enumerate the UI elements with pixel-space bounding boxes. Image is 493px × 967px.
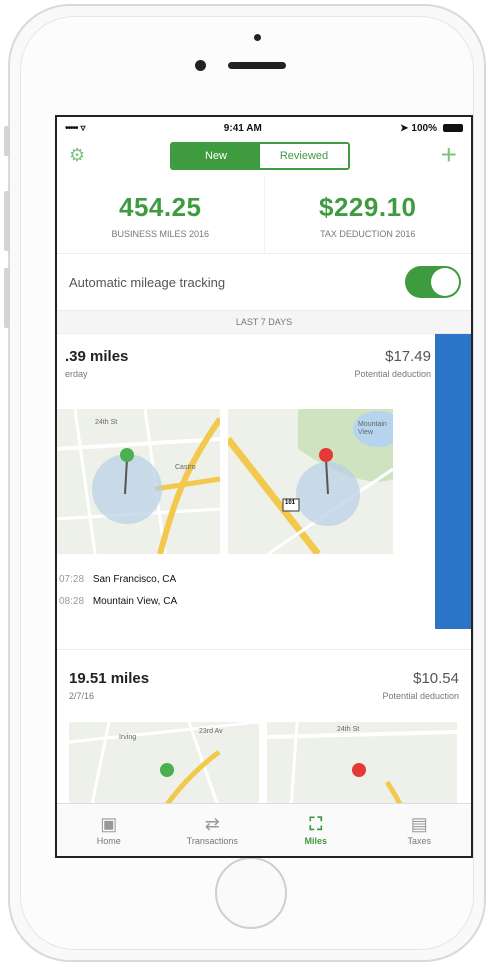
tab-label: Transactions [186, 836, 238, 846]
map-label-area: Castro [175, 464, 196, 471]
start-place: San Francisco, CA [92, 574, 177, 585]
tab-miles[interactable]: ⛶ Miles [264, 804, 368, 856]
trip-deduction-label: Potential deduction [382, 691, 459, 701]
business-miles-value: 454.25 [118, 191, 202, 222]
trip-header: .39 miles erday $17.49 Potential deducti… [57, 348, 443, 379]
trip-miles: 19.51 miles [69, 670, 150, 687]
trip-end-stop: 08:28 Mountain View, CA [59, 596, 177, 607]
add-trip-icon[interactable]: + [441, 139, 457, 171]
map-label-street-c: 24th St [337, 726, 360, 733]
volume-down-button [4, 268, 10, 328]
yearly-stats: 454.25 BUSINESS MILES 2016 $229.10 TAX D… [57, 177, 471, 254]
map-label-street-a: Irving [119, 734, 137, 741]
tax-deduction-label: TAX DEDUCTION 2016 [320, 228, 416, 239]
trip-maps: 24th St Castro Mountain View 101 [57, 409, 393, 554]
location-icon: ➤ [400, 122, 409, 134]
taxes-icon: ▤ [410, 814, 428, 834]
front-sensor [254, 34, 261, 41]
trip-card[interactable]: .39 miles erday $17.49 Potential deducti… [57, 334, 471, 650]
battery-percent: 100% [411, 122, 437, 134]
trip-card[interactable]: 19.51 miles 2/7/16 $10.54 Potential dedu… [57, 650, 471, 856]
home-button[interactable] [215, 857, 287, 929]
auto-tracking-toggle[interactable] [405, 266, 461, 298]
earpiece-speaker [228, 62, 286, 69]
status-bar: ••••• ▿ 9:41 AM ➤ 100% [57, 117, 471, 139]
volume-up-button [4, 191, 10, 251]
trip-start-stop: 07:28 San Francisco, CA [59, 574, 176, 585]
end-map[interactable]: Mountain View 101 [228, 409, 393, 554]
front-camera [195, 60, 206, 71]
tab-bar: ▣ Home ⇄ Transactions ⛶ Miles ▤ Taxes [57, 803, 471, 856]
toggle-knob [431, 268, 459, 296]
trip-date: 2/7/16 [69, 691, 95, 701]
signal-icon: ••••• [65, 122, 78, 134]
tab-new[interactable]: New [172, 144, 260, 168]
status-time: 9:41 AM [223, 122, 262, 134]
map-label-street: 24th St [95, 419, 118, 426]
tab-reviewed[interactable]: Reviewed [260, 144, 348, 168]
trip-miles: .39 miles [65, 348, 129, 365]
auto-tracking-row: Automatic mileage tracking [57, 254, 471, 311]
battery-icon [443, 124, 463, 132]
tax-deduction-value: $229.10 [319, 191, 417, 222]
map-label-park: Mountain View [358, 421, 387, 436]
tab-label: Taxes [407, 836, 431, 846]
trip-amount: $10.54 [413, 670, 459, 687]
tax-deduction-stat: $229.10 TAX DEDUCTION 2016 [265, 177, 472, 253]
tab-taxes[interactable]: ▤ Taxes [368, 804, 472, 856]
business-miles-label: BUSINESS MILES 2016 [111, 228, 210, 239]
nav-bar: ⚙ New Reviewed + [57, 139, 471, 177]
home-icon: ▣ [100, 814, 118, 834]
mute-switch [4, 126, 10, 156]
auto-tracking-label: Automatic mileage tracking [69, 274, 226, 290]
start-time: 07:28 [59, 574, 85, 585]
end-time: 08:28 [59, 596, 85, 607]
app-screen: ••••• ▿ 9:41 AM ➤ 100% ⚙ New Reviewed + … [55, 115, 473, 858]
tab-label: Home [96, 836, 121, 846]
map-label-street-b: 23rd Av [199, 728, 223, 735]
end-place: Mountain View, CA [92, 596, 178, 607]
start-map[interactable]: 24th St Castro [57, 409, 220, 554]
trip-amount: $17.49 [385, 348, 431, 365]
trip-date: erday [65, 369, 88, 379]
tab-home[interactable]: ▣ Home [57, 804, 161, 856]
car-icon: ⛶ [309, 814, 323, 834]
trip-deduction-label: Potential deduction [354, 369, 431, 379]
section-header: LAST 7 DAYS [57, 311, 471, 334]
trip-header: 19.51 miles 2/7/16 $10.54 Potential dedu… [57, 650, 471, 701]
gear-icon[interactable]: ⚙ [69, 145, 85, 166]
highway-shield: 101 [285, 500, 296, 506]
tab-transactions[interactable]: ⇄ Transactions [161, 804, 265, 856]
review-segmented-control: New Reviewed [170, 142, 350, 170]
transactions-icon: ⇄ [204, 814, 220, 834]
business-miles-stat: 454.25 BUSINESS MILES 2016 [57, 177, 265, 253]
wifi-icon: ▿ [80, 122, 86, 134]
tab-label: Miles [304, 836, 327, 846]
